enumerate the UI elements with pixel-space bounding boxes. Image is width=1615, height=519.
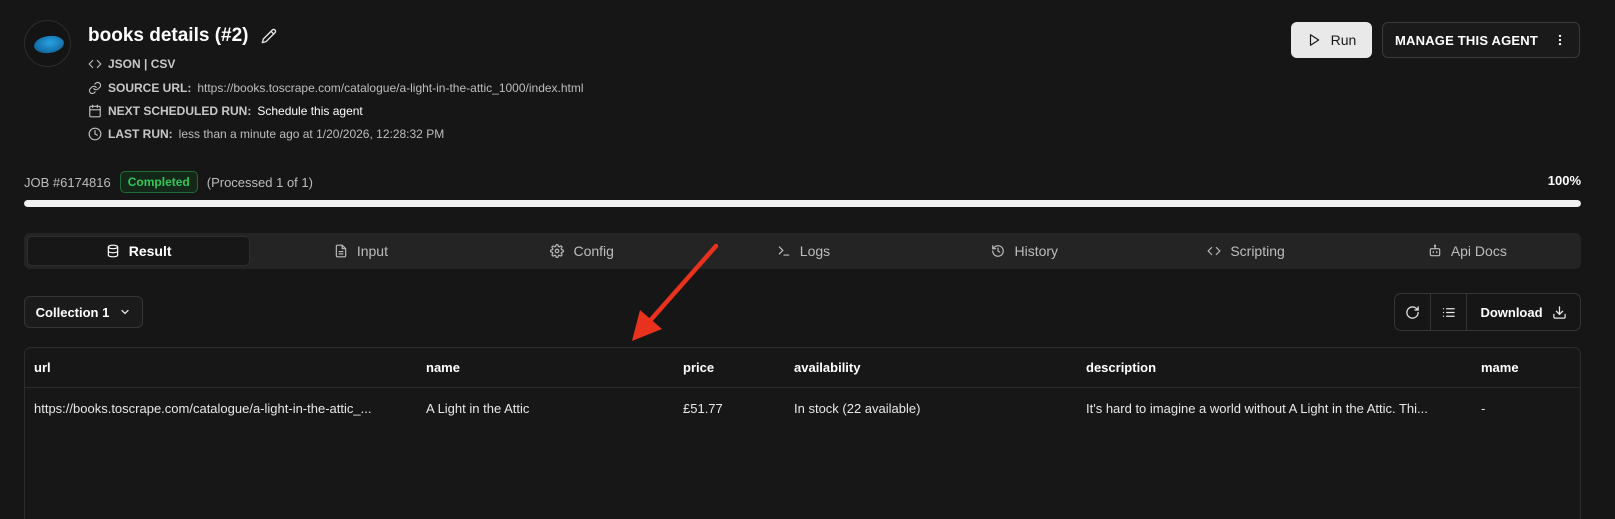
results-table: url name price availability description … — [24, 347, 1581, 519]
more-vertical-icon — [1553, 33, 1567, 47]
code-icon — [1207, 244, 1221, 258]
tab-bar: Result Input Config Logs History Scripti… — [24, 233, 1581, 269]
refresh-icon — [1405, 305, 1420, 320]
tab-result[interactable]: Result — [27, 236, 251, 266]
column-header[interactable]: name — [426, 348, 666, 388]
source-url-line: SOURCE URL: https://books.toscrape.com/c… — [88, 81, 584, 95]
collection-select[interactable]: Collection 1 — [24, 296, 143, 328]
title-row: books details (#2) — [88, 25, 277, 47]
table-cell: £51.77 — [683, 401, 723, 416]
last-run-line: LAST RUN: less than a minute ago at 1/20… — [88, 127, 444, 141]
list-view-button[interactable] — [1431, 294, 1467, 330]
table-header: url name price availability description … — [25, 348, 1580, 388]
tab-config[interactable]: Config — [472, 236, 693, 266]
manage-label: MANAGE THIS AGENT — [1395, 32, 1539, 48]
table-cell: A Light in the Attic — [426, 401, 530, 416]
agent-avatar — [24, 20, 71, 67]
table-cell: It's hard to imagine a world without A L… — [1086, 401, 1428, 416]
column-header[interactable]: availability — [794, 348, 1074, 388]
history-icon — [991, 244, 1005, 258]
bot-icon — [1428, 244, 1442, 258]
agent-logo — [32, 33, 66, 56]
clock-icon — [88, 127, 102, 141]
tab-api-docs[interactable]: Api Docs — [1357, 236, 1578, 266]
run-button[interactable]: Run — [1291, 22, 1372, 58]
tab-label: Logs — [799, 243, 831, 259]
calendar-icon — [88, 104, 102, 118]
column-header[interactable]: url — [34, 348, 404, 388]
table-cell: In stock (22 available) — [794, 401, 921, 416]
tab-label: Config — [573, 243, 614, 259]
tab-label: History — [1014, 243, 1059, 259]
formats-line: JSON | CSV — [88, 57, 175, 71]
column-header[interactable]: mame — [1481, 348, 1571, 388]
code-icon — [88, 57, 102, 71]
list-icon — [1441, 305, 1456, 320]
result-toolbar: Download — [1394, 293, 1581, 331]
chevron-down-icon — [119, 306, 131, 318]
collection-label: Collection 1 — [35, 304, 110, 320]
file-text-icon — [334, 244, 348, 258]
progress-fill — [24, 200, 1581, 207]
manage-agent-button[interactable]: MANAGE THIS AGENT — [1382, 22, 1580, 58]
progress-percent: 100% — [1547, 173, 1581, 188]
tab-history[interactable]: History — [914, 236, 1135, 266]
table-cell: - — [1481, 401, 1486, 416]
tab-label: Scripting — [1230, 243, 1285, 259]
last-run-value: less than a minute ago at 1/20/2026, 12:… — [178, 127, 445, 141]
terminal-icon — [777, 244, 791, 258]
job-id: JOB #6174816 — [24, 174, 111, 190]
pencil-icon[interactable] — [261, 28, 277, 44]
job-status-row: JOB #6174816 Completed (Processed 1 of 1… — [24, 171, 313, 193]
refresh-button[interactable] — [1395, 294, 1431, 330]
tab-scripting[interactable]: Scripting — [1135, 236, 1356, 266]
database-icon — [106, 244, 120, 258]
column-header[interactable]: description — [1086, 348, 1464, 388]
next-run-label: NEXT SCHEDULED RUN: — [108, 104, 252, 118]
download-icon — [1552, 305, 1567, 320]
schedule-agent-link[interactable]: Schedule this agent — [257, 104, 362, 118]
tab-label: Api Docs — [1450, 243, 1507, 259]
tab-label: Input — [356, 243, 388, 259]
tab-label: Result — [128, 243, 172, 259]
download-label: Download — [1480, 304, 1543, 320]
tab-input[interactable]: Input — [250, 236, 471, 266]
next-run-line: NEXT SCHEDULED RUN: Schedule this agent — [88, 104, 363, 118]
tab-logs[interactable]: Logs — [693, 236, 914, 266]
source-url-link[interactable]: https://books.toscrape.com/catalogue/a-l… — [197, 81, 583, 95]
last-run-label: LAST RUN: — [108, 127, 173, 141]
play-icon — [1307, 33, 1321, 47]
source-url-label: SOURCE URL: — [108, 81, 192, 95]
processed-count: (Processed 1 of 1) — [206, 174, 313, 190]
table-row[interactable]: https://books.toscrape.com/catalogue/a-l… — [25, 389, 1580, 429]
page-title: books details (#2) — [88, 25, 249, 46]
run-label: Run — [1330, 32, 1357, 48]
formats-text: JSON | CSV — [108, 57, 176, 71]
link-icon — [88, 81, 102, 95]
gear-icon — [550, 244, 565, 258]
table-cell: https://books.toscrape.com/catalogue/a-l… — [34, 401, 372, 416]
column-header[interactable]: price — [683, 348, 783, 388]
status-badge: Completed — [119, 171, 198, 193]
download-button[interactable]: Download — [1467, 294, 1580, 330]
progress-bar — [24, 200, 1581, 207]
